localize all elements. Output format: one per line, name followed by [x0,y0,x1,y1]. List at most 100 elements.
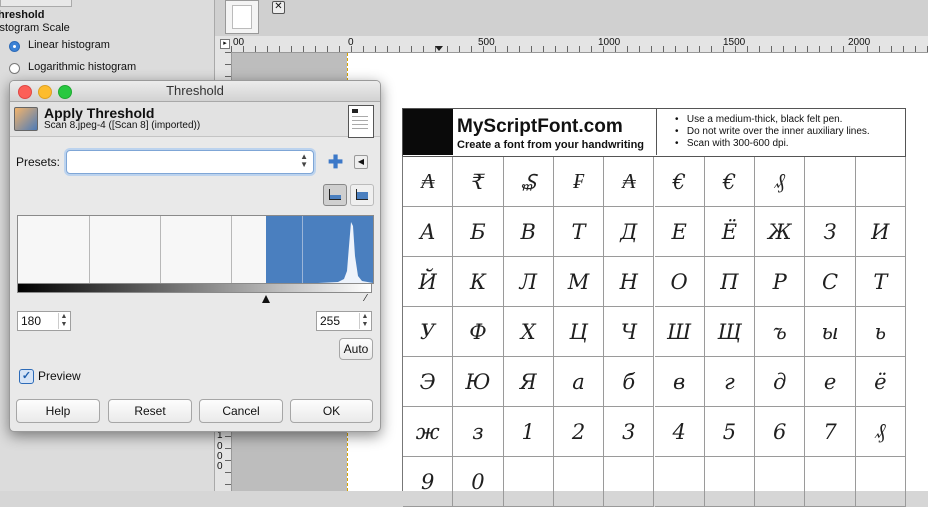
glyph-cell [805,457,856,507]
presets-label: Presets: [16,155,61,169]
glyph-cell: Ч [604,307,655,357]
glyph-cell: 0 [453,457,504,507]
tip-item: • Do not write over the inner auxiliary … [675,126,870,137]
glyph-cell: Х [503,307,554,357]
thumbnail-page [232,5,252,29]
glyph-cell: Р [755,257,806,307]
spinner-arrows-icon[interactable]: ▲ ▼ [58,313,69,329]
glyph-cell: О [654,257,705,307]
glyph-cell: в [654,357,705,407]
dialog-source: Scan 8.jpeg-4 ([Scan 8] (imported)) [44,120,201,131]
chevron-updown-icon: ▲ ▼ [300,152,308,169]
preview-checkbox[interactable]: ✓ [19,369,34,384]
glyph-cell: 9 [403,457,454,507]
glyph-cell: 6 [755,407,806,457]
glyph-cell: ₳ [604,157,655,207]
dock-title: hreshold [0,9,45,21]
help-button[interactable]: Help [16,399,100,423]
image-tabs: ✕ [215,0,928,37]
pointer-marker-icon [435,46,443,51]
glyph-cell: Ш [654,307,705,357]
dock-subtitle: istogram Scale [0,22,70,34]
linear-histogram-icon [329,189,341,200]
glyph-cell: Т [553,207,605,257]
glyph-cell: ы [805,307,856,357]
value-gradient-bar [17,283,372,293]
glyph-cell: 7 [805,407,856,457]
close-icon[interactable]: ✕ [272,1,285,14]
glyph-cell: ₳ [403,157,454,207]
glyph-cell: Ё [704,207,756,257]
glyph-cell: ₰ [855,407,906,457]
glyph-cell [553,457,605,507]
high-threshold-spinner[interactable]: 255 ▲ ▼ [316,311,372,331]
preset-menu-icon[interactable]: ◀ [354,155,368,169]
glyph-cell [855,457,906,507]
layer-preview-thumbnail [348,105,374,138]
template-sheet: MyScriptFont.com Create a font from your… [402,108,906,507]
radio-log-indicator[interactable] [9,63,20,74]
log-scale-button[interactable] [350,184,374,206]
glyph-cell: 1 [503,407,554,457]
presets-combobox[interactable]: ▲ ▼ [66,150,314,174]
glyph-cell: К [453,257,504,307]
glyph-cell: 2 [553,407,605,457]
glyph-cell: ₰ [755,157,806,207]
low-threshold-value: 180 [21,314,42,328]
auto-button[interactable]: Auto [339,338,373,360]
glyph-cell: 5 [704,407,756,457]
glyph-cell [855,157,906,207]
glyph-cell: Ж [755,207,806,257]
black-square [403,109,453,155]
cancel-button[interactable]: Cancel [199,399,283,423]
glyph-cell: д [755,357,806,407]
glyph-cell [704,457,756,507]
ok-button[interactable]: OK [290,399,373,423]
zoom-window-icon[interactable] [58,85,72,99]
radio-log-label: Logarithmic histogram [28,61,137,73]
glyph-cell: ₹ [453,157,504,207]
glyph-cell: Т [855,257,906,307]
glyph-cell: 4 [654,407,705,457]
tips-list: • Use a medium-thick, black felt pen. • … [675,114,870,150]
glyph-cell [654,457,705,507]
threshold-dialog: Threshold Apply Threshold Scan 8.jpeg-4 … [9,80,381,432]
tip-item: • Scan with 300-600 dpi. [675,138,789,149]
glyph-cell: е [805,357,856,407]
glyph-cell: М [553,257,605,307]
low-threshold-spinner[interactable]: 180 ▲ ▼ [17,311,71,331]
close-window-icon[interactable] [18,85,32,99]
glyph-cell: ё [855,357,906,407]
radio-linear-label: Linear histogram [28,39,110,51]
character-grid: ₳ ₹ ₷ ₣ ₳ € € ₰ А Б В Т Д Е Ё Ж З И Й К Л М Н О П Р С Т У Ф Х Ц Ч Ш Щъ ы ь Э Ю… [402,156,906,507]
glyph-cell: И [855,207,906,257]
glyph-cell: ь [855,307,906,357]
linear-scale-button[interactable] [323,184,347,206]
dock-tab[interactable] [0,0,72,7]
glyph-cell: Б [453,207,504,257]
sheet-header: MyScriptFont.com Create a font from your… [402,108,906,156]
glyph-cell: Д [604,207,655,257]
glyph-cell: ₣ [553,157,605,207]
glyph-cell: Э [403,357,454,407]
glyph-cell [755,457,806,507]
spinner-arrows-icon[interactable]: ▲ ▼ [359,313,370,329]
reset-button[interactable]: Reset [108,399,192,423]
glyph-cell: А [403,207,454,257]
tip-item: • Use a medium-thick, black felt pen. [675,114,843,125]
glyph-cell [805,157,856,207]
histogram-view[interactable] [17,215,374,284]
radio-linear-indicator[interactable] [9,41,20,52]
log-histogram-icon [356,189,368,200]
glyph-cell: € [704,157,756,207]
add-preset-icon[interactable]: ✚ [328,153,343,171]
high-threshold-handle[interactable]: ⁄ [365,294,367,304]
image-thumbnail[interactable] [225,0,259,34]
glyph-cell: Ю [453,357,504,407]
low-threshold-handle[interactable] [262,295,270,303]
glyph-cell: В [503,207,554,257]
glyph-cell: а [553,357,605,407]
glyph-cell: ₷ [503,157,554,207]
ruler-origin-icon[interactable]: ▸ [220,39,230,49]
minimize-window-icon[interactable] [38,85,52,99]
